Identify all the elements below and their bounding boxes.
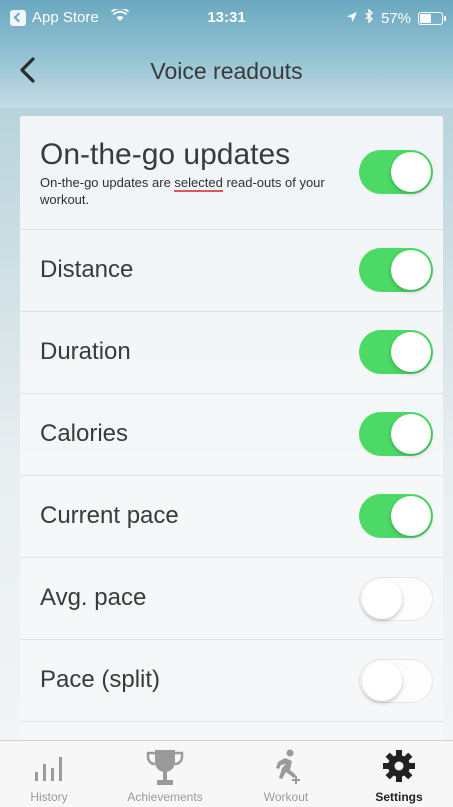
- status-right: 57%: [346, 8, 446, 27]
- setting-label: Duration: [40, 338, 131, 365]
- tab-achievements[interactable]: Achievements: [102, 741, 228, 807]
- toggle-knob: [391, 332, 431, 372]
- pace-split-toggle[interactable]: [359, 659, 433, 703]
- tab-workout[interactable]: Workout: [248, 741, 324, 807]
- setting-row-distance: Distance: [20, 229, 443, 312]
- description-text: On-the-go updates are: [40, 175, 175, 190]
- on-the-go-updates-toggle[interactable]: [359, 150, 433, 194]
- toggle-knob: [391, 414, 431, 454]
- bar-chart-icon: [31, 748, 67, 789]
- toggle-knob: [362, 579, 402, 619]
- status-bar: App Store 13:31 57%: [0, 0, 453, 36]
- setting-description: On-the-go updates are selected read-outs…: [40, 174, 340, 208]
- bluetooth-icon: [365, 8, 374, 27]
- toggle-knob: [391, 152, 431, 192]
- toggle-knob: [391, 250, 431, 290]
- setting-row-pace-split: Pace (split): [20, 639, 443, 722]
- runner-icon: [268, 748, 304, 791]
- duration-toggle[interactable]: [359, 330, 433, 374]
- header-background: App Store 13:31 57% Voice readouts: [0, 0, 453, 113]
- tab-bar: History Achievements Workout Settings: [0, 740, 453, 807]
- location-icon: [346, 10, 358, 27]
- page-title: Voice readouts: [150, 58, 303, 84]
- trophy-icon: [144, 748, 186, 793]
- toggle-knob: [391, 496, 431, 536]
- tab-label: Settings: [375, 790, 423, 804]
- tab-history[interactable]: History: [14, 741, 84, 807]
- battery-percent: 57%: [380, 9, 411, 27]
- tab-label: Workout: [263, 790, 309, 804]
- setting-label: On-the-go updates: [40, 138, 291, 171]
- setting-label: Avg. pace: [40, 584, 147, 611]
- battery-icon: [418, 11, 446, 25]
- setting-row-avg-pace: Avg. pace: [20, 557, 443, 640]
- setting-row-current-pace: Current pace: [20, 475, 443, 558]
- setting-label: Distance: [40, 256, 134, 283]
- setting-row-duration: Duration: [20, 311, 443, 394]
- setting-label: Current pace: [40, 502, 179, 529]
- toggle-knob: [362, 661, 402, 701]
- setting-label: Pace (split): [40, 666, 161, 693]
- tab-settings[interactable]: Settings: [356, 741, 442, 807]
- tab-label: Achievements: [127, 790, 203, 804]
- current-pace-toggle[interactable]: [359, 494, 433, 538]
- distance-toggle[interactable]: [359, 248, 433, 292]
- setting-row-on-the-go-updates: On-the-go updates On-the-go updates are …: [20, 116, 443, 230]
- calories-toggle[interactable]: [359, 412, 433, 456]
- setting-label: Calories: [40, 420, 129, 447]
- tab-label: History: [30, 790, 68, 804]
- battery-fill: [420, 13, 431, 23]
- gear-icon: [381, 748, 417, 789]
- avg-pace-toggle[interactable]: [359, 577, 433, 621]
- setting-row-calories: Calories: [20, 393, 443, 476]
- screen: App Store 13:31 57% Voice readouts On-th…: [0, 0, 453, 807]
- nav-bar: Voice readouts: [0, 44, 453, 100]
- description-highlight: selected: [174, 175, 223, 192]
